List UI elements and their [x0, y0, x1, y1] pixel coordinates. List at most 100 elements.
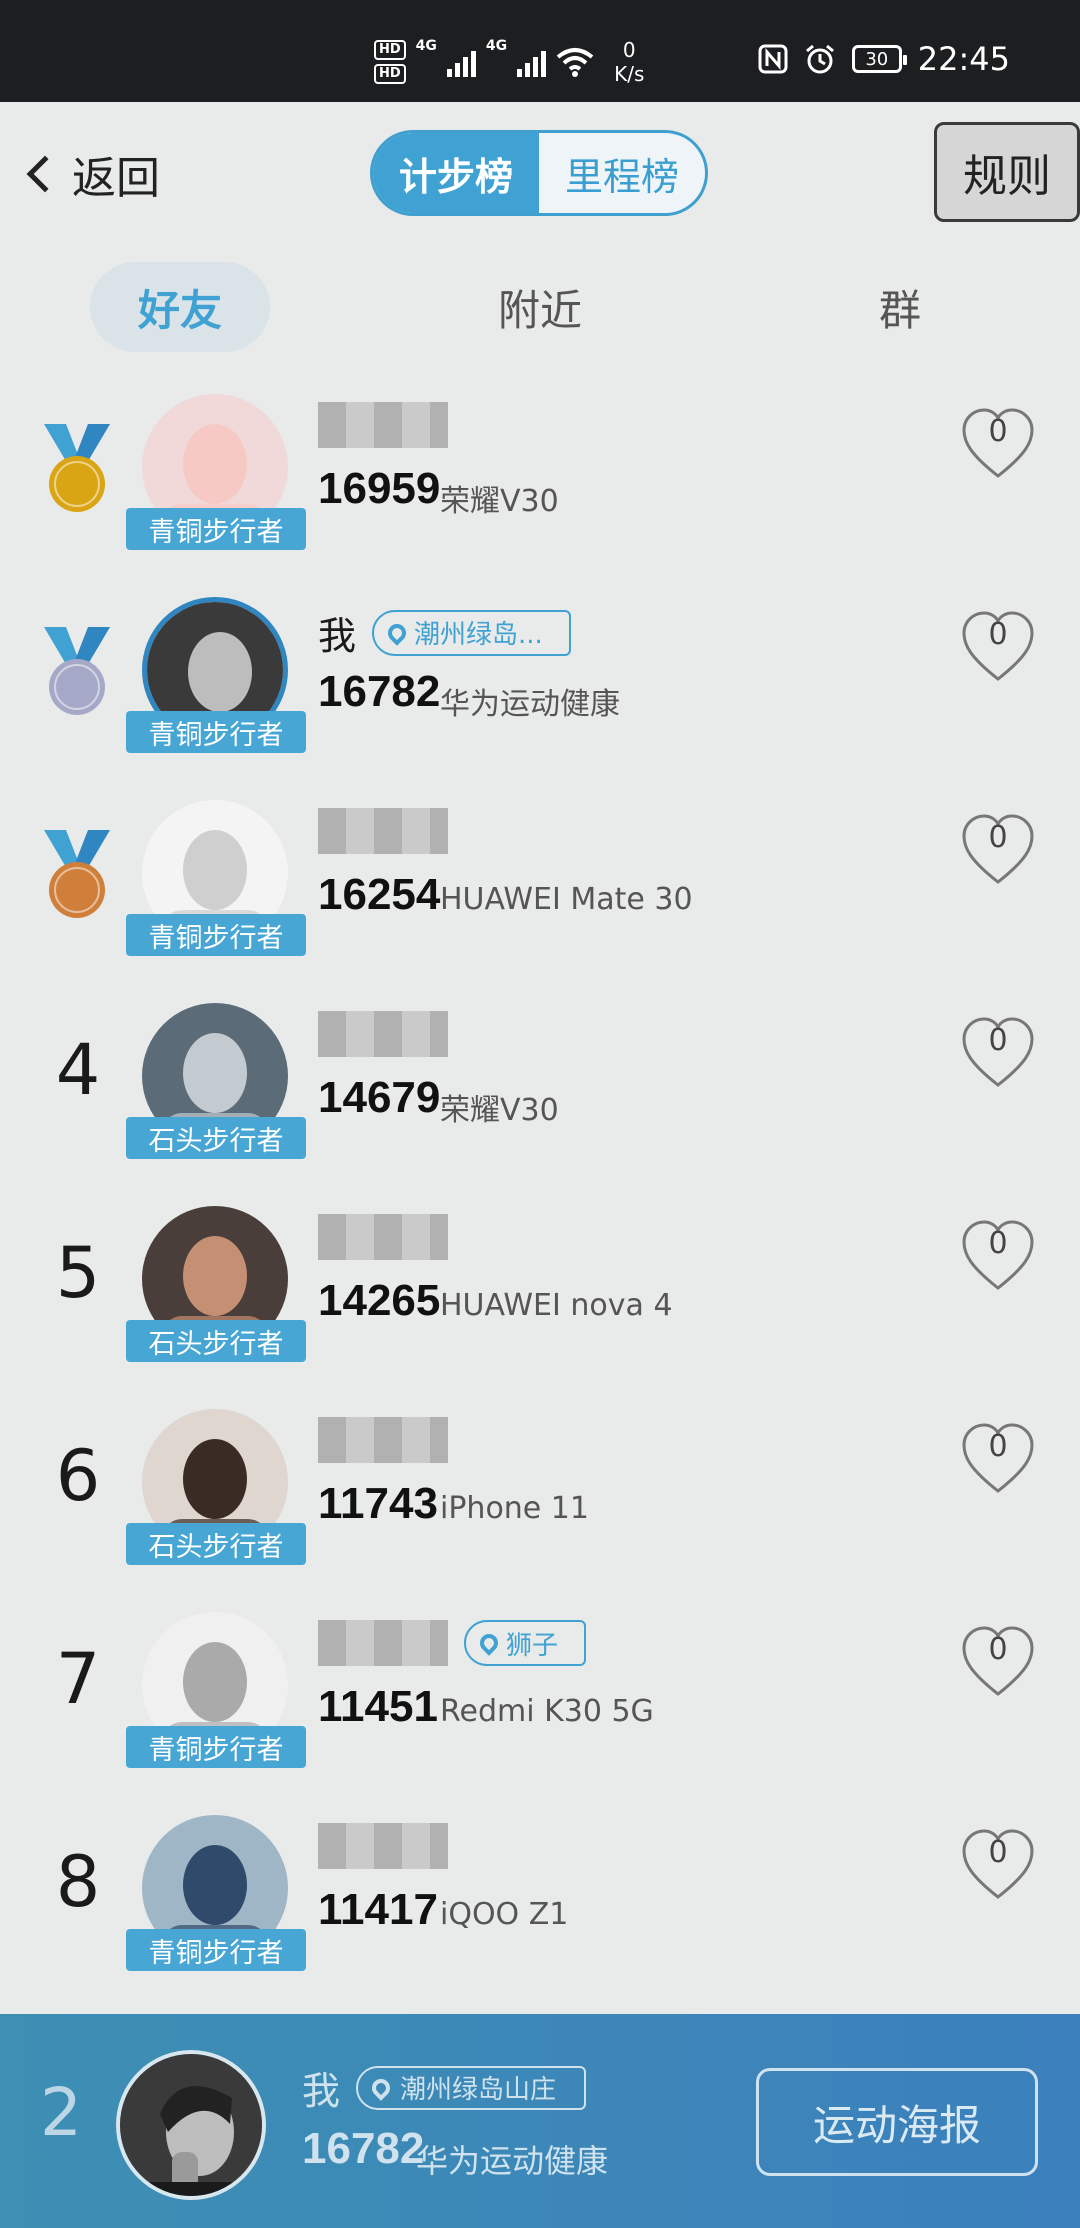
gold-medal-icon — [44, 424, 110, 512]
level-badge: 青铜步行者 — [126, 711, 306, 753]
list-item[interactable]: 5 石头步行者 14265 HUAWEI nova 4 0 — [0, 1192, 1080, 1392]
tab-step-ranking[interactable]: 计步榜 — [373, 133, 539, 213]
level-badge: 石头步行者 — [126, 1320, 306, 1362]
location-tag[interactable]: 狮子 — [464, 1620, 587, 1666]
user-name-blurred — [318, 1620, 448, 1666]
step-count: 14679 — [318, 1073, 441, 1122]
my-avatar[interactable] — [116, 2050, 266, 2200]
battery-level: 30 — [865, 48, 889, 70]
ranking-type-switch: 计步榜 里程榜 — [370, 130, 708, 216]
like-count: 0 — [988, 1632, 1008, 1667]
battery-icon: 30 — [851, 45, 907, 73]
rank-number: 7 — [55, 1638, 101, 1720]
user-name-blurred — [318, 1823, 448, 1869]
step-count: 16782 — [318, 667, 441, 716]
my-rank-number: 2 — [40, 2074, 82, 2151]
clock: 22:45 — [917, 40, 1010, 78]
step-count: 11451 — [318, 1682, 438, 1731]
signal-icon — [446, 47, 476, 77]
sport-poster-button[interactable]: 运动海报 — [756, 2068, 1038, 2176]
list-item[interactable]: 4 石头步行者 14679 荣耀V30 0 — [0, 989, 1080, 1189]
name-line: 狮子 — [318, 1620, 587, 1666]
hd-indicator: HD HD — [374, 40, 406, 84]
user-name: 我 — [318, 614, 357, 658]
device-name: iPhone 11 — [440, 1491, 589, 1526]
back-label: 返回 — [72, 153, 160, 204]
list-item[interactable]: 6 石头步行者 11743 iPhone 11 0 — [0, 1395, 1080, 1595]
user-name-blurred — [318, 1011, 448, 1057]
location-text: 潮州绿岛... — [414, 620, 543, 650]
tab-friends[interactable]: 好友 — [90, 262, 270, 352]
signal-icon-2 — [517, 47, 547, 77]
net2-label: 4G — [485, 38, 508, 54]
level-badge: 青铜步行者 — [126, 1929, 306, 1971]
step-count: 16254 — [318, 870, 441, 919]
device-name: 荣耀V30 — [440, 1093, 559, 1128]
my-name-line: 我 潮州绿岛山庄 — [302, 2060, 587, 2115]
alarm-icon — [805, 44, 834, 74]
device-name: HUAWEI Mate 30 — [440, 882, 693, 917]
user-name-blurred — [318, 1214, 448, 1260]
level-badge: 青铜步行者 — [126, 508, 306, 550]
list-item[interactable]: 8 青铜步行者 11417 iQOO Z1 0 — [0, 1801, 1080, 2001]
like-count: 0 — [988, 1835, 1008, 1870]
rank-number: 6 — [55, 1435, 101, 1517]
step-count: 11417 — [318, 1885, 438, 1934]
like-count: 0 — [988, 617, 1008, 652]
rank-number: 8 — [55, 1841, 101, 1923]
wifi-icon — [556, 48, 594, 77]
rank-number: 4 — [55, 1029, 101, 1111]
user-name-blurred — [318, 1417, 448, 1463]
device-name: Redmi K30 5G — [440, 1694, 654, 1729]
my-location-tag[interactable]: 潮州绿岛山庄 — [356, 2065, 587, 2110]
step-count: 14265 — [318, 1276, 441, 1325]
device-name: iQOO Z1 — [440, 1897, 569, 1932]
hd2-label: HD — [374, 64, 406, 84]
location-text: 狮子 — [506, 1630, 559, 1661]
list-item[interactable]: 7 青铜步行者 狮子 11451 Redmi K30 5G 0 — [0, 1598, 1080, 1798]
like-count: 0 — [988, 820, 1008, 855]
name-line — [318, 1011, 448, 1057]
step-count: 11743 — [318, 1479, 438, 1528]
my-rank-bar: 2 我 潮州绿岛山庄 16782 华为运动健康 运动海报 — [0, 2014, 1080, 2228]
my-steps: 16782 — [302, 2124, 425, 2173]
like-count: 0 — [988, 1023, 1008, 1058]
device-name: HUAWEI nova 4 — [440, 1288, 673, 1323]
location-pin-icon — [384, 619, 410, 646]
my-name: 我 — [302, 2069, 341, 2113]
user-name-blurred — [318, 402, 448, 448]
rank-number: 5 — [55, 1232, 101, 1314]
name-line — [318, 1417, 448, 1463]
nfc-icon — [758, 44, 788, 74]
name-line: 我 潮州绿岛... — [318, 605, 571, 660]
level-badge: 石头步行者 — [126, 1523, 306, 1565]
list-item[interactable]: 青铜步行者 16959 荣耀V30 0 — [0, 380, 1080, 580]
name-line — [318, 402, 448, 448]
bronze-medal-icon — [44, 830, 110, 918]
status-bar: HD HD 4G 4G 0 K/s 30 22:45 — [0, 0, 1080, 102]
location-pin-icon — [476, 1630, 502, 1656]
scope-tabs: 好友 附近 群 — [0, 262, 1080, 352]
silver-medal-icon — [44, 627, 110, 715]
location-pin-icon — [368, 2074, 394, 2101]
device-name: 华为运动健康 — [440, 687, 620, 722]
chevron-left-icon — [26, 155, 64, 193]
status-right: 30 22:45 — [758, 40, 1010, 78]
like-count: 0 — [988, 1226, 1008, 1261]
list-item[interactable]: 青铜步行者 我 潮州绿岛... 16782 华为运动健康 0 — [0, 583, 1080, 783]
step-count: 16959 — [318, 464, 441, 513]
my-location-text: 潮州绿岛山庄 — [400, 2075, 557, 2105]
location-tag[interactable]: 潮州绿岛... — [372, 609, 571, 656]
status-left: HD HD 4G 4G 0 K/s — [374, 34, 644, 90]
name-line — [318, 1823, 448, 1869]
back-button[interactable]: 返回 — [22, 142, 160, 206]
name-line — [318, 808, 448, 854]
net-speed-value: 0 — [622, 38, 636, 62]
rules-button[interactable]: 规则 — [934, 122, 1080, 222]
tab-groups[interactable]: 群 — [810, 262, 990, 352]
level-badge: 青铜步行者 — [126, 914, 306, 956]
list-item[interactable]: 青铜步行者 16254 HUAWEI Mate 30 0 — [0, 786, 1080, 986]
tab-distance-ranking[interactable]: 里程榜 — [539, 133, 705, 213]
like-count: 0 — [988, 1429, 1008, 1464]
tab-nearby[interactable]: 附近 — [450, 262, 630, 352]
